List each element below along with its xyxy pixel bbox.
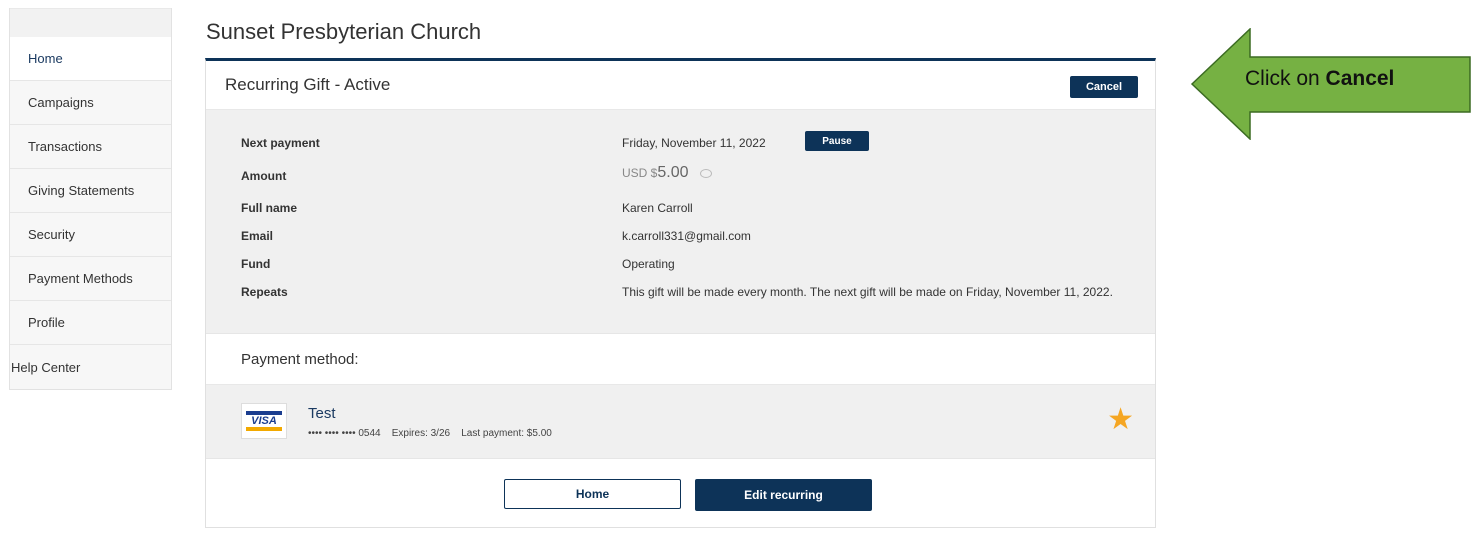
- amount-currency: USD $: [622, 166, 658, 180]
- sidebar-item-security[interactable]: Security: [10, 213, 171, 257]
- recurring-gift-card: Recurring Gift - Active Cancel Next paym…: [205, 58, 1156, 528]
- pause-button[interactable]: Pause: [805, 131, 869, 151]
- card-last-payment: Last payment: $5.00: [461, 428, 552, 439]
- next-payment-value: Friday, November 11, 2022 Pause: [622, 131, 1122, 151]
- email-label: Email: [241, 229, 274, 243]
- action-buttons: Home Edit recurring: [206, 459, 1155, 534]
- card-title: Recurring Gift - Active: [225, 75, 391, 94]
- payment-method-row[interactable]: VISA Test •••• •••• •••• 0544 Expires: 3…: [206, 385, 1155, 459]
- sidebar-item-giving-statements[interactable]: Giving Statements: [10, 169, 171, 213]
- full-name-label: Full name: [241, 201, 298, 215]
- fund-value: Operating: [622, 257, 675, 271]
- home-button[interactable]: Home: [504, 479, 681, 509]
- payment-method-name: Test: [308, 405, 336, 422]
- visa-logo-icon: VISA: [241, 403, 287, 439]
- sidebar-item-campaigns[interactable]: Campaigns: [10, 81, 171, 125]
- email-value: k.carroll331@gmail.com: [622, 229, 751, 243]
- next-payment-label: Next payment: [241, 136, 320, 150]
- card-header: Recurring Gift - Active Cancel: [206, 61, 1155, 110]
- refresh-icon: [699, 169, 712, 179]
- payment-method-header: Payment method:: [206, 334, 1155, 385]
- sidebar-item-transactions[interactable]: Transactions: [10, 125, 171, 169]
- sidebar-item-home[interactable]: Home: [10, 37, 171, 81]
- amount-value: USD $5.00: [622, 164, 1122, 181]
- payment-method-info: •••• •••• •••• 0544 Expires: 3/26 Last p…: [308, 428, 552, 439]
- sidebar: Home Campaigns Transactions Giving State…: [9, 8, 172, 390]
- sidebar-item-help-center[interactable]: Help Center: [10, 345, 171, 389]
- next-payment-date: Friday, November 11, 2022: [622, 136, 766, 150]
- visa-logo-text: VISA: [251, 415, 277, 427]
- edit-recurring-button[interactable]: Edit recurring: [695, 479, 872, 511]
- callout-label: Click on Cancel: [1245, 67, 1394, 91]
- visa-band-bottom: [246, 427, 282, 431]
- cancel-button[interactable]: Cancel: [1070, 76, 1138, 98]
- fund-label: Fund: [241, 257, 271, 271]
- callout-bold: Cancel: [1325, 67, 1395, 90]
- sidebar-item-profile[interactable]: Profile: [10, 301, 171, 345]
- sidebar-item-payment-methods[interactable]: Payment Methods: [10, 257, 171, 301]
- callout-prefix: Click on: [1245, 67, 1326, 90]
- payment-method-heading: Payment method:: [241, 351, 359, 368]
- star-icon[interactable]: ★: [1107, 405, 1134, 435]
- repeats-value: This gift will be made every month. The …: [622, 285, 1113, 299]
- repeats-label: Repeats: [241, 285, 288, 299]
- full-name-value: Karen Carroll: [622, 201, 693, 215]
- card-masked-number: •••• •••• •••• 0544: [308, 428, 381, 439]
- amount-number: 5.00: [657, 164, 689, 181]
- sidebar-header: [10, 8, 171, 37]
- card-expires: Expires: 3/26: [391, 428, 451, 439]
- page-title: Sunset Presbyterian Church: [206, 19, 482, 44]
- gift-details: Next payment Friday, November 11, 2022 P…: [206, 110, 1155, 334]
- amount-label: Amount: [241, 169, 287, 183]
